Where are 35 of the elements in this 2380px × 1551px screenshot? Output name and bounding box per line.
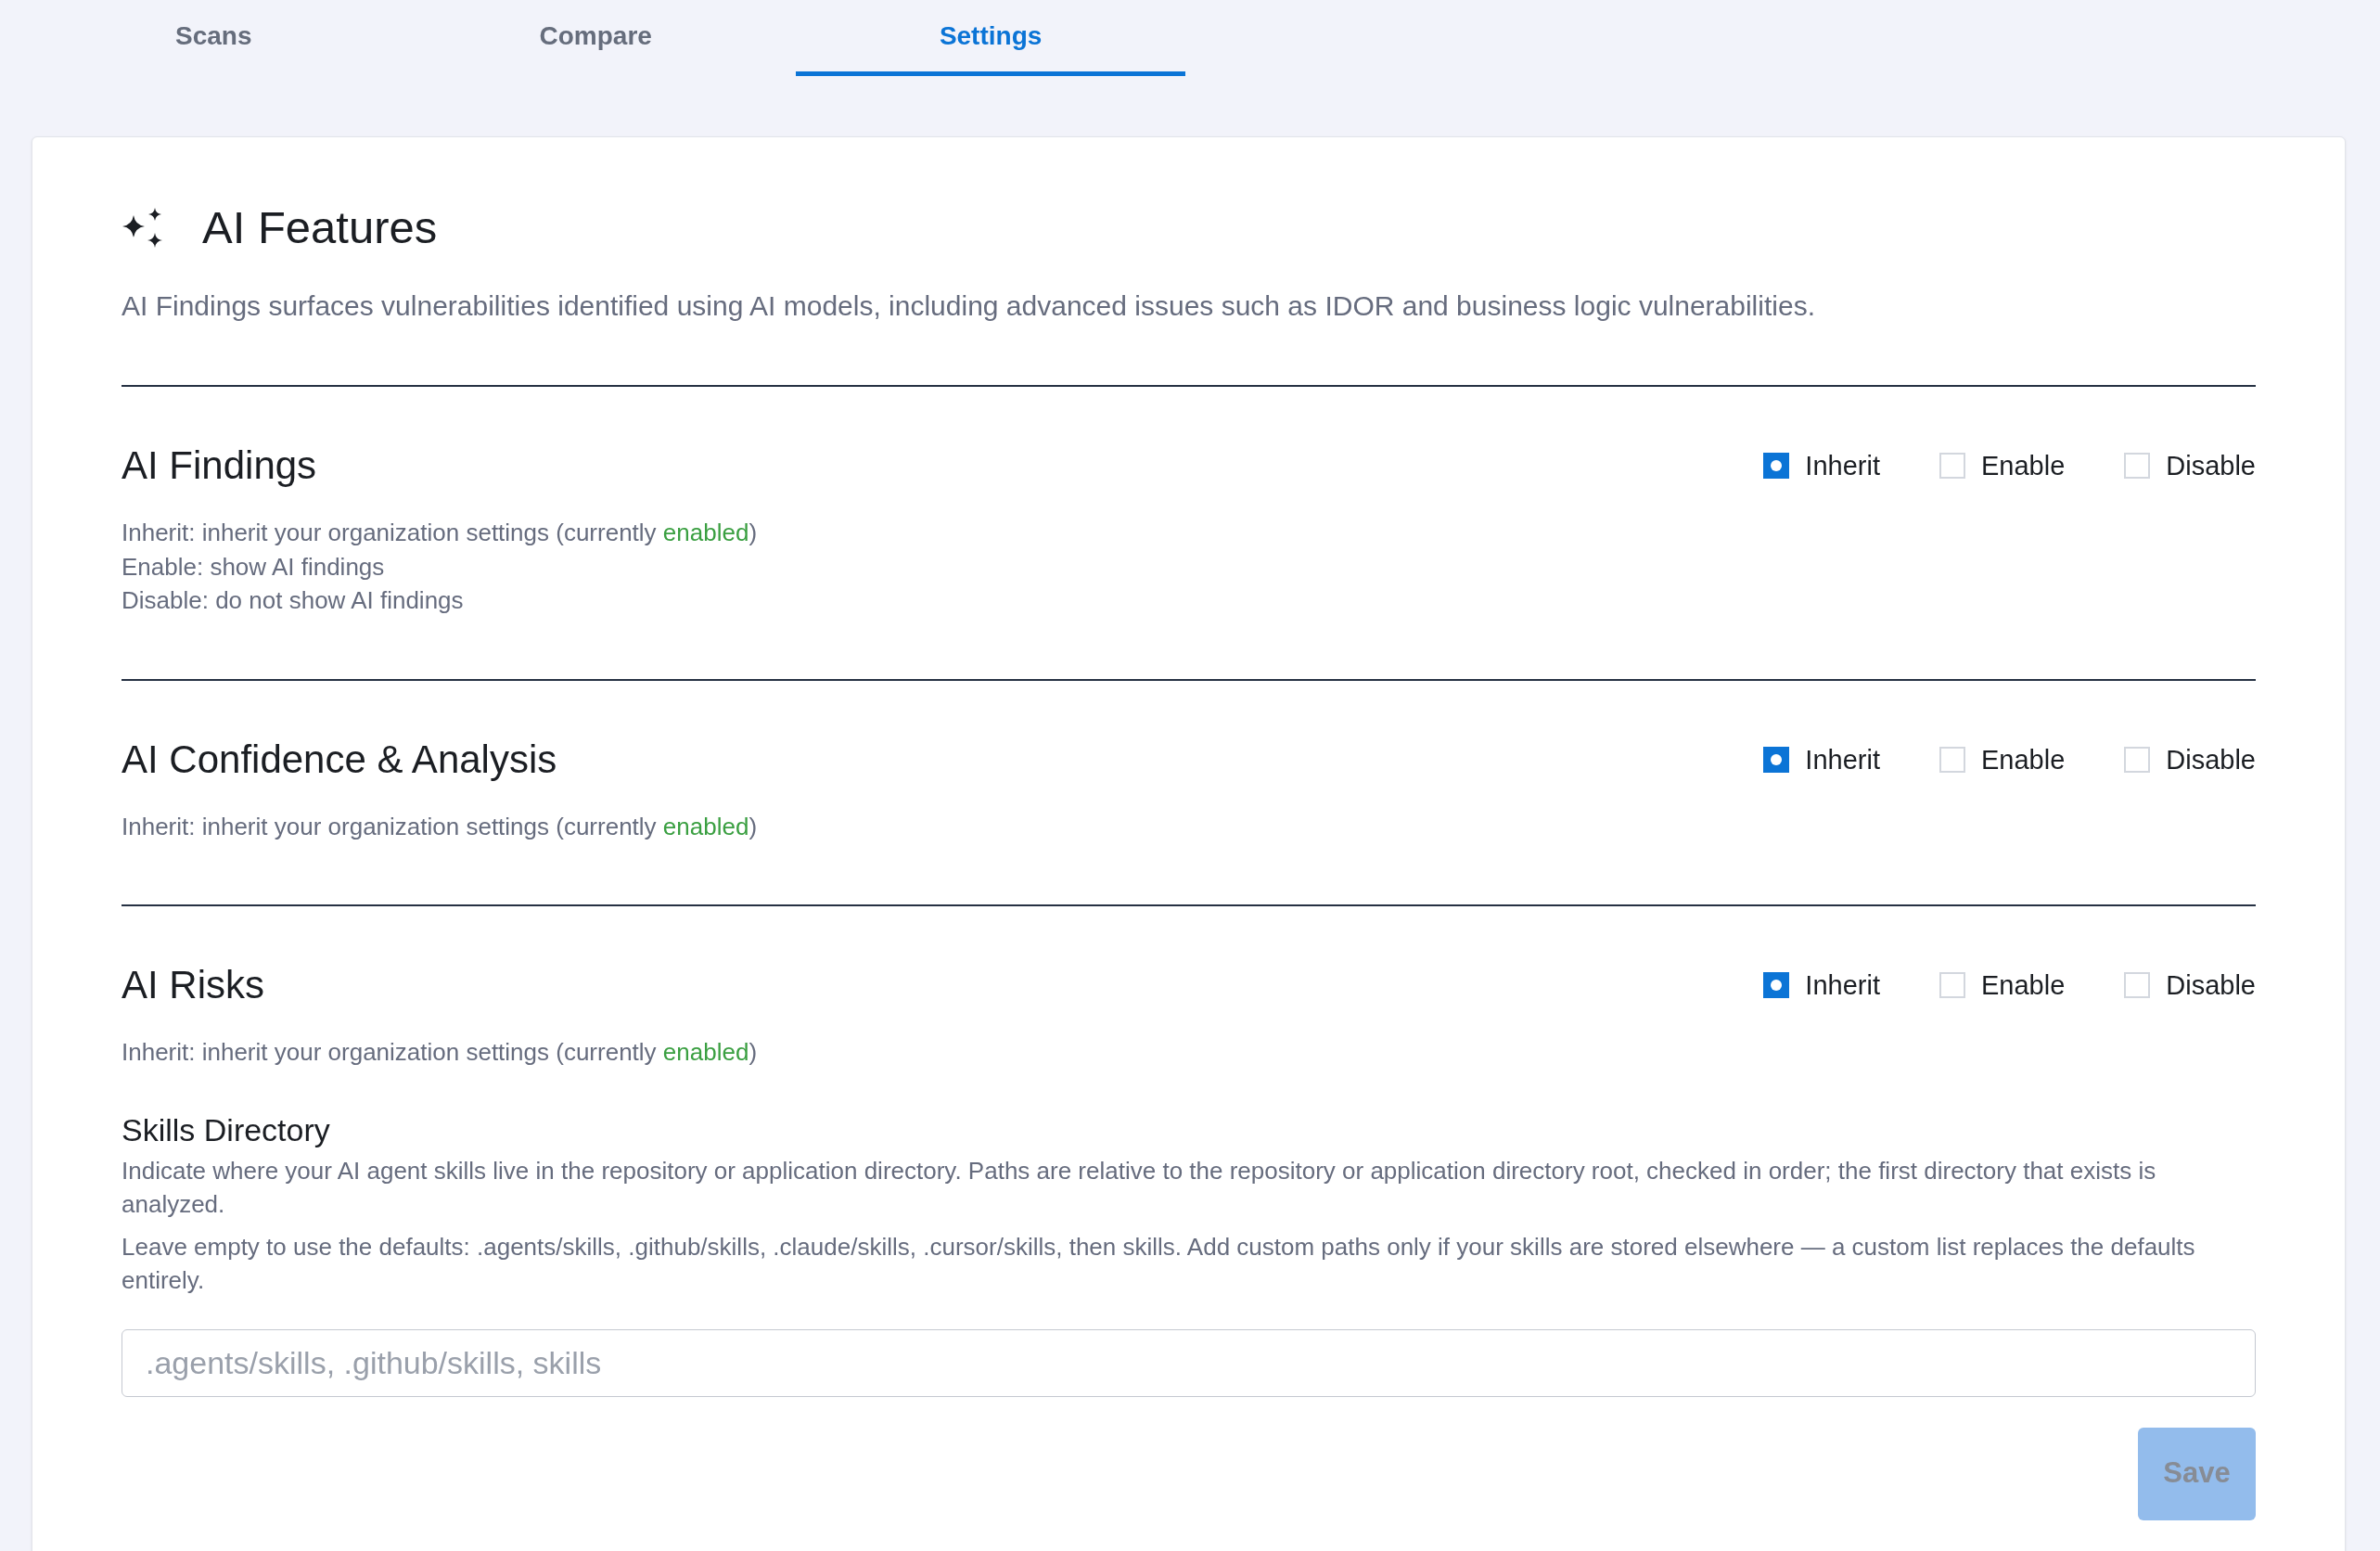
radio-button[interactable] (1763, 746, 1790, 773)
tab[interactable]: Scans (32, 0, 396, 76)
description-text: AI Findings surfaces vulnerabilities identified using AI models, including advanced issues such as IDOR and business logic vulnerabilities. (122, 289, 1816, 323)
help-text: Inherit: inherit your organization settings (currently enabled) (122, 518, 759, 548)
path-input[interactable]: .agents/skills, .github/skills, skills (122, 1328, 2256, 1397)
help-text: Inherit: inherit your organization settings (currently enabled) (122, 1037, 759, 1068)
tab[interactable]: Compare (395, 0, 796, 76)
help-text: Enable: show AI findings (122, 551, 386, 583)
field-title: Skills Directory (122, 1110, 331, 1148)
tab[interactable]: Settings (795, 0, 1186, 76)
setting-title: AI Findings (122, 443, 317, 488)
setting-title: AI Risks (122, 963, 264, 1007)
radio-label[interactable]: Disable (2166, 742, 2256, 776)
radio-button[interactable] (1763, 972, 1790, 998)
radio-label[interactable]: Inherit (1805, 449, 1880, 482)
help-text: Disable: do not show AI findings (122, 585, 465, 616)
radio-label[interactable]: Enable (1980, 968, 2066, 1002)
radio-label[interactable]: Disable (2166, 968, 2256, 1002)
radio-button[interactable] (1939, 746, 1965, 773)
radio-label[interactable]: Inherit (1805, 742, 1880, 776)
radio-button[interactable] (2124, 746, 2151, 773)
help-text: Leave empty to use the defaults: .agents/skills, .github/skills, .claude/skills, .cursor/skills, then skills. Add custom paths only if your skills are stored elsewhere — a custom list replaces the defaults entirely. (122, 1231, 2196, 1296)
help-text: Inherit: inherit your organization settings (currently enabled) (122, 811, 759, 842)
radio-label[interactable]: Inherit (1805, 968, 1880, 1002)
help-text: Indicate where your AI agent skills live in the repository or application directory. Paths are relative to the repository or application directory root, checked in order; the first directory that exists is analyzed. (122, 1155, 2157, 1220)
radio-label[interactable]: Enable (1980, 742, 2066, 776)
radio-label[interactable]: Disable (2166, 449, 2256, 482)
radio-button[interactable] (1939, 453, 1965, 479)
page-heading: AI Features (202, 203, 438, 251)
radio-button[interactable] (1763, 453, 1790, 479)
radio-button[interactable] (2124, 972, 2151, 998)
setting-title: AI Confidence & Analysis (122, 737, 557, 782)
radio-button[interactable] (2124, 453, 2151, 479)
radio-button[interactable] (1939, 972, 1965, 998)
radio-label[interactable]: Enable (1980, 449, 2066, 482)
